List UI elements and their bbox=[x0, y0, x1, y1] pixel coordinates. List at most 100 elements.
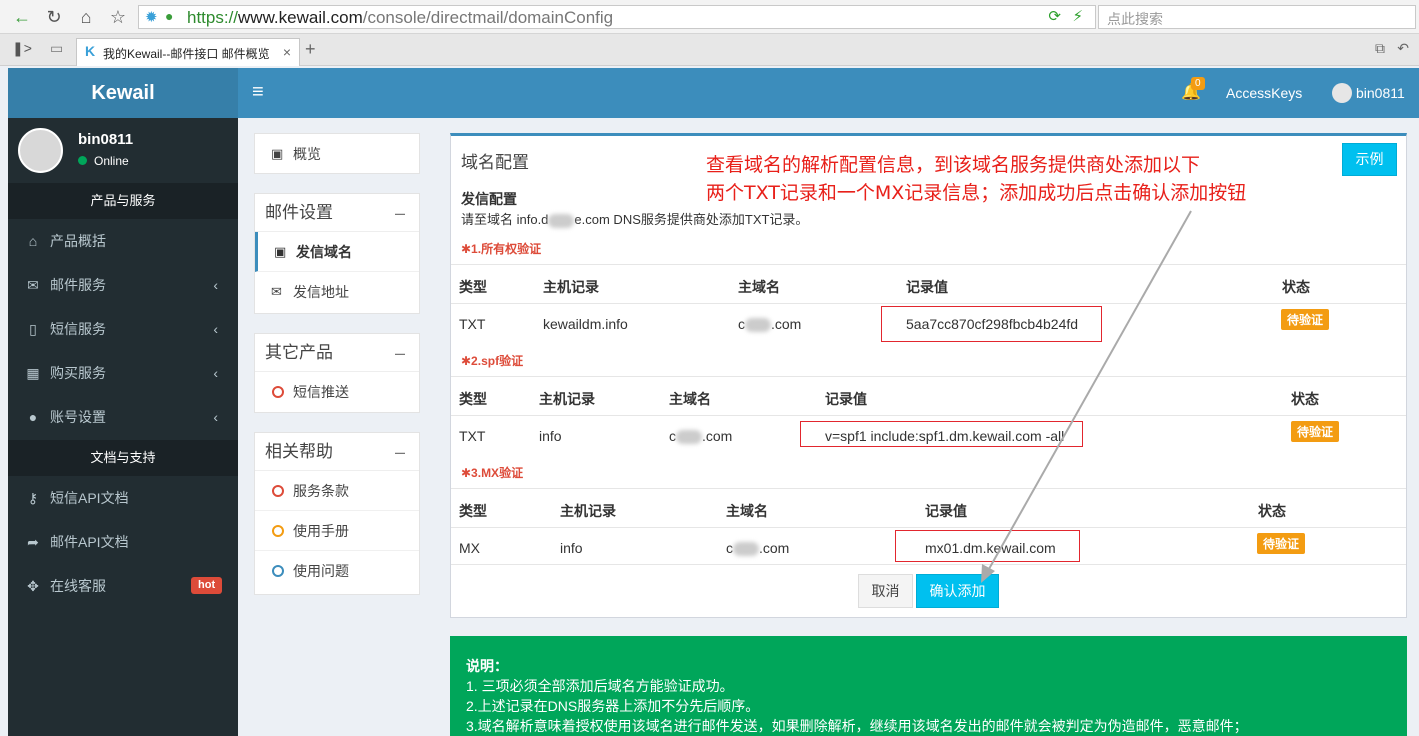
notification-count-badge: 0 bbox=[1191, 77, 1205, 90]
col-value: 记录值 bbox=[906, 279, 948, 295]
notes-callout: 说明： 1. 三项必须全部添加后域名方能验证成功。 2.上述记录在DNS服务器上… bbox=[450, 636, 1407, 736]
col-type: 类型 bbox=[459, 391, 487, 407]
col-type: 类型 bbox=[459, 279, 487, 295]
send-config-desc: 请至域名 info.d e.com DNS服务提供商处添加TXT记录。 bbox=[461, 212, 809, 228]
cancel-button[interactable]: 取消 bbox=[858, 574, 913, 608]
sidebar: bin0811 Online 产品与服务 ⌂ 产品概括 ✉ 邮件服务 ‹ ▯ 短信服务 ‹… bbox=[8, 118, 238, 736]
notes-title: 说明： bbox=[466, 658, 508, 674]
collapse-icon[interactable]: – bbox=[395, 334, 405, 372]
site-icon: ✹ bbox=[145, 9, 158, 26]
back-icon[interactable]: ← bbox=[10, 5, 34, 29]
record-domain: c .com bbox=[669, 428, 733, 445]
mail-settings-panel: 邮件设置 – ▣ 发信域名 ✉ 发信地址 bbox=[254, 193, 420, 314]
user-menu[interactable]: bin0811 bbox=[1356, 85, 1405, 101]
terms-link[interactable]: 服务条款 bbox=[255, 471, 419, 511]
undo-icon[interactable]: ↶ bbox=[1397, 40, 1409, 57]
send-address-link[interactable]: ✉ 发信地址 bbox=[255, 272, 419, 312]
reload-icon[interactable]: ↻ bbox=[42, 5, 66, 29]
inbox-icon: ▣ bbox=[274, 244, 287, 259]
note-line: 3.域名解析意味着授权使用该域名进行邮件发送，如果删除解析，继续用该域名发出的邮… bbox=[466, 718, 1248, 734]
brand-logo[interactable]: Kewail bbox=[8, 68, 238, 118]
chevron-left-icon: ‹ bbox=[213, 409, 218, 425]
record-domain: c .com bbox=[726, 540, 790, 557]
home-icon: ⌂ bbox=[28, 233, 38, 249]
col-value: 记录值 bbox=[925, 503, 967, 519]
share-icon: ➦ bbox=[27, 534, 39, 550]
refresh-icon[interactable]: ⟳ bbox=[1048, 7, 1061, 25]
access-keys-link[interactable]: AccessKeys bbox=[1226, 85, 1302, 101]
help-title: 相关帮助 – bbox=[255, 433, 419, 471]
record-host: info bbox=[560, 540, 583, 556]
send-config-title: 发信配置 bbox=[461, 191, 517, 207]
new-tab-button[interactable]: + bbox=[305, 39, 316, 60]
lightning-icon[interactable]: ⚡ bbox=[1072, 7, 1083, 25]
step-spf-label: ✱2.spf验证 bbox=[461, 354, 524, 368]
sidebar-item-purchase[interactable]: ▦ 购买服务 ‹ bbox=[8, 351, 238, 395]
record-type: TXT bbox=[459, 316, 486, 332]
key-icon: ⚷ bbox=[27, 490, 39, 506]
col-domain: 主域名 bbox=[738, 279, 780, 295]
sidebar-item-account[interactable]: ● 账号设置 ‹ bbox=[8, 395, 238, 439]
mobile-icon: ▯ bbox=[29, 321, 37, 337]
online-dot-icon bbox=[78, 156, 87, 165]
other-products-panel: 其它产品 – 短信推送 bbox=[254, 333, 420, 413]
sidebar-item-overview[interactable]: ⌂ 产品概括 bbox=[8, 219, 238, 263]
record-domain: c .com bbox=[738, 316, 802, 333]
status-badge: 待验证 bbox=[1281, 309, 1330, 330]
faq-link[interactable]: 使用问题 bbox=[255, 551, 419, 591]
url-field[interactable]: ✹ ● https://www.kewail.com/console/direc… bbox=[138, 5, 1096, 29]
sidebar-item-sms-api[interactable]: ⚷ 短信API文档 bbox=[8, 476, 238, 520]
avatar[interactable] bbox=[1332, 83, 1352, 103]
send-domain-link[interactable]: ▣ 发信域名 bbox=[255, 232, 419, 272]
example-button[interactable]: 示例 bbox=[1342, 143, 1397, 176]
col-host: 主机记录 bbox=[539, 391, 595, 407]
annotation-line-1: 查看域名的解析配置信息，到该域名服务提供商处添加以下 bbox=[706, 154, 1201, 176]
envelope-icon: ✉ bbox=[27, 277, 39, 293]
sidebar-toggle-icon[interactable]: ❚> bbox=[12, 40, 32, 57]
restore-icon[interactable]: ⧉ bbox=[1375, 40, 1385, 57]
sidebar-item-mail-api[interactable]: ➦ 邮件API文档 bbox=[8, 520, 238, 564]
col-status: 状态 bbox=[1282, 279, 1310, 295]
browser-tab[interactable]: K 我的Kewail--邮件接口 邮件概览 × bbox=[76, 38, 300, 66]
sidebar-item-support[interactable]: ✥ 在线客服 hot bbox=[8, 564, 238, 608]
hot-badge: hot bbox=[191, 577, 223, 594]
step-ownership-label: ✱1.所有权验证 bbox=[461, 242, 542, 256]
circle-orange-icon bbox=[272, 525, 284, 537]
menu-toggle-icon[interactable]: ≡ bbox=[252, 81, 264, 104]
other-products-title: 其它产品 – bbox=[255, 334, 419, 372]
move-icon: ✥ bbox=[27, 578, 39, 594]
home-icon[interactable]: ⌂ bbox=[74, 5, 98, 29]
sidebar-section-products: 产品与服务 bbox=[8, 183, 238, 219]
kewail-favicon-icon: K bbox=[85, 43, 96, 59]
url-text: https://www.kewail.com/console/directmai… bbox=[187, 8, 614, 27]
col-domain: 主域名 bbox=[726, 503, 768, 519]
sidebar-item-sms[interactable]: ▯ 短信服务 ‹ bbox=[8, 307, 238, 351]
domain-config-panel: 域名配置 示例 发信配置 请至域名 info.d e.com DNS服务提供商处添… bbox=[450, 133, 1407, 618]
note-line: 2.上述记录在DNS服务器上添加不分先后顺序。 bbox=[466, 698, 760, 714]
chevron-left-icon: ‹ bbox=[213, 321, 218, 337]
collapse-icon[interactable]: – bbox=[395, 433, 405, 471]
browser-tab-bar: ❚> ▭ K 我的Kewail--邮件接口 邮件概览 × + ⧉ ↶ bbox=[0, 34, 1419, 66]
collapse-icon[interactable]: – bbox=[395, 194, 405, 232]
page-title: 域名配置 bbox=[461, 153, 529, 172]
status-badge: 待验证 bbox=[1291, 421, 1340, 442]
chevron-left-icon: ‹ bbox=[213, 277, 218, 293]
step-mx-label: ✱3.MX验证 bbox=[461, 466, 524, 480]
annotation-line-2: 两个TXT记录和一个MX记录信息；添加成功后点击确认添加按钮 bbox=[706, 182, 1247, 204]
annotation-arrow-icon bbox=[981, 210, 1192, 583]
lock-icon: ● bbox=[165, 8, 174, 24]
page-icon[interactable]: ▭ bbox=[50, 40, 63, 57]
browser-address-bar: ← ↻ ⌂ ☆ ✹ ● https://www.kewail.com/conso… bbox=[0, 0, 1419, 34]
close-icon[interactable]: × bbox=[283, 44, 291, 60]
sms-push-link[interactable]: 短信推送 bbox=[255, 372, 419, 412]
star-icon[interactable]: ☆ bbox=[106, 5, 130, 29]
sidebar-item-mail[interactable]: ✉ 邮件服务 ‹ bbox=[8, 263, 238, 307]
col-status: 状态 bbox=[1291, 391, 1319, 407]
manual-link[interactable]: 使用手册 bbox=[255, 511, 419, 551]
search-input[interactable]: 点此搜索 bbox=[1098, 5, 1416, 29]
col-type: 类型 bbox=[459, 503, 487, 519]
overview-link[interactable]: ▣ 概览 bbox=[254, 133, 420, 174]
col-host: 主机记录 bbox=[543, 279, 599, 295]
chevron-left-icon: ‹ bbox=[213, 365, 218, 381]
col-host: 主机记录 bbox=[560, 503, 616, 519]
